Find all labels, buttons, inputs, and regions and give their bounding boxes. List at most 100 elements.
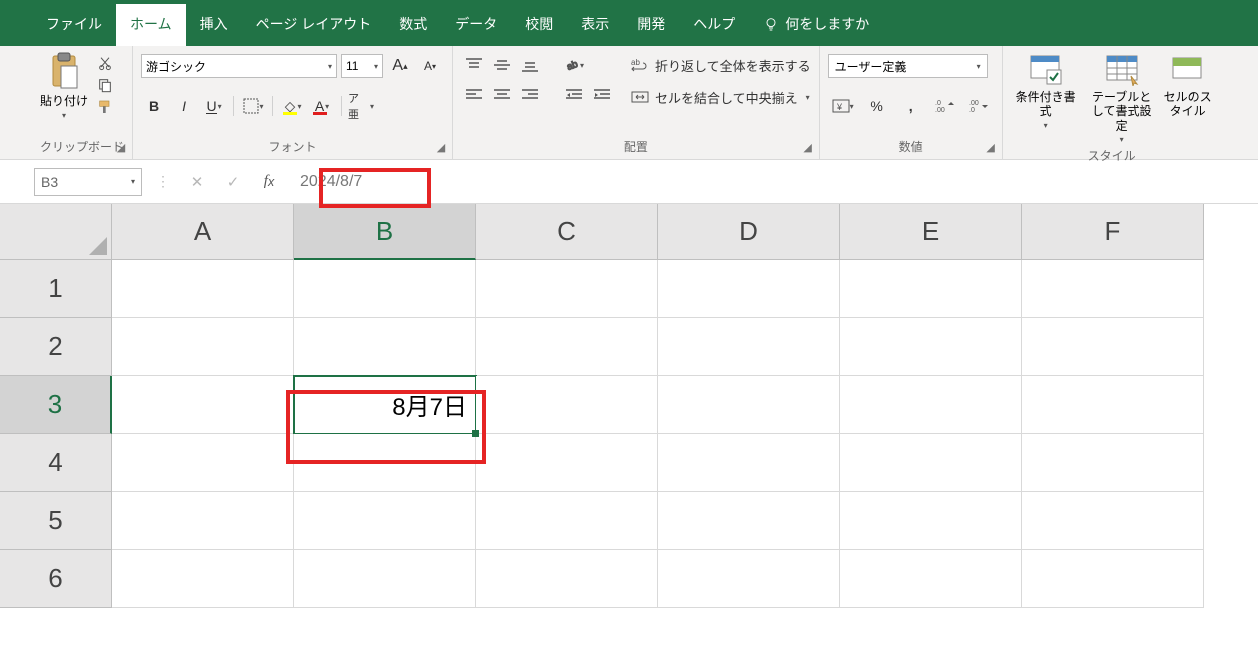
- column-header[interactable]: F: [1022, 204, 1204, 260]
- tab-formulas[interactable]: 数式: [385, 4, 441, 46]
- column-header[interactable]: B: [294, 204, 476, 260]
- decrease-indent-button[interactable]: [561, 84, 587, 106]
- orientation-button[interactable]: ab▾: [561, 54, 587, 76]
- column-header[interactable]: D: [658, 204, 840, 260]
- font-color-button[interactable]: A ▾: [309, 94, 335, 118]
- tab-home[interactable]: ホーム: [116, 4, 186, 46]
- tab-file[interactable]: ファイル: [32, 4, 116, 46]
- cell[interactable]: [840, 550, 1022, 608]
- align-center-button[interactable]: [489, 84, 515, 106]
- cell[interactable]: [476, 318, 658, 376]
- cell[interactable]: [294, 260, 476, 318]
- borders-button[interactable]: ▾: [240, 94, 266, 118]
- tab-help[interactable]: ヘルプ: [679, 4, 749, 46]
- comma-format-button[interactable]: ,: [896, 94, 926, 118]
- cell[interactable]: [476, 550, 658, 608]
- cell[interactable]: [476, 260, 658, 318]
- merge-center-button[interactable]: セルを結合して中央揃え ▾: [631, 84, 811, 110]
- tab-review[interactable]: 校閲: [511, 4, 567, 46]
- tell-me-search[interactable]: 何をしますか: [749, 4, 883, 46]
- increase-indent-button[interactable]: [589, 84, 615, 106]
- cell[interactable]: [658, 550, 840, 608]
- cut-button[interactable]: [94, 54, 116, 72]
- font-size-select[interactable]: 11 ▾: [341, 54, 383, 78]
- cell[interactable]: [658, 376, 840, 434]
- increase-decimal-button[interactable]: .0.00: [930, 94, 960, 118]
- dialog-launcher-number[interactable]: ◢: [984, 141, 998, 155]
- cell[interactable]: [476, 376, 658, 434]
- tab-developer[interactable]: 開発: [623, 4, 679, 46]
- cell[interactable]: [840, 376, 1022, 434]
- cell[interactable]: [1022, 318, 1204, 376]
- cell[interactable]: [840, 492, 1022, 550]
- wrap-text-button[interactable]: ab 折り返して全体を表示する: [631, 52, 811, 78]
- copy-button[interactable]: [94, 76, 116, 94]
- percent-format-button[interactable]: %: [862, 94, 892, 118]
- cell[interactable]: [112, 260, 294, 318]
- dialog-launcher-clipboard[interactable]: ◢: [114, 141, 128, 155]
- cell[interactable]: [112, 318, 294, 376]
- tab-insert[interactable]: 挿入: [186, 4, 242, 46]
- tab-page-layout[interactable]: ページ レイアウト: [242, 4, 386, 46]
- cell[interactable]: [1022, 492, 1204, 550]
- italic-button[interactable]: I: [171, 94, 197, 118]
- tab-data[interactable]: データ: [441, 4, 511, 46]
- tab-view[interactable]: 表示: [567, 4, 623, 46]
- cell[interactable]: [1022, 260, 1204, 318]
- align-bottom-button[interactable]: [517, 54, 543, 76]
- underline-button[interactable]: U▾: [201, 94, 227, 118]
- cell[interactable]: [658, 492, 840, 550]
- dialog-launcher-alignment[interactable]: ◢: [801, 141, 815, 155]
- cell[interactable]: [112, 550, 294, 608]
- enter-button[interactable]: ✓: [220, 170, 246, 194]
- cell[interactable]: [840, 434, 1022, 492]
- row-header[interactable]: 4: [0, 434, 112, 492]
- align-middle-button[interactable]: [489, 54, 515, 76]
- cell[interactable]: [658, 434, 840, 492]
- align-right-button[interactable]: [517, 84, 543, 106]
- cell[interactable]: [1022, 376, 1204, 434]
- format-as-table-button[interactable]: テーブルとして書式設定 ▾: [1087, 54, 1157, 145]
- fill-handle[interactable]: [472, 430, 479, 437]
- cell[interactable]: [294, 550, 476, 608]
- decrease-decimal-button[interactable]: .00.0: [964, 94, 994, 118]
- cell[interactable]: [476, 492, 658, 550]
- dialog-launcher-font[interactable]: ◢: [434, 141, 448, 155]
- select-all-corner[interactable]: [0, 204, 112, 260]
- row-header[interactable]: 2: [0, 318, 112, 376]
- cancel-button[interactable]: ✕: [184, 170, 210, 194]
- conditional-formatting-button[interactable]: 条件付き書式 ▾: [1011, 54, 1081, 130]
- cell[interactable]: [840, 318, 1022, 376]
- shrink-font-button[interactable]: A▾: [417, 54, 443, 78]
- align-left-button[interactable]: [461, 84, 487, 106]
- cell[interactable]: [476, 434, 658, 492]
- cell[interactable]: [112, 376, 294, 434]
- fill-color-button[interactable]: ▾: [279, 94, 305, 118]
- cell[interactable]: [658, 318, 840, 376]
- align-top-button[interactable]: [461, 54, 487, 76]
- column-header[interactable]: A: [112, 204, 294, 260]
- cell[interactable]: [294, 492, 476, 550]
- cell[interactable]: 8月7日: [294, 376, 476, 434]
- accounting-format-button[interactable]: ¥▾: [828, 94, 858, 118]
- cell[interactable]: [112, 434, 294, 492]
- cell[interactable]: [294, 434, 476, 492]
- bold-button[interactable]: B: [141, 94, 167, 118]
- row-header[interactable]: 6: [0, 550, 112, 608]
- format-painter-button[interactable]: [94, 98, 116, 116]
- cell[interactable]: [294, 318, 476, 376]
- phonetic-button[interactable]: ア亜▾: [348, 94, 374, 118]
- row-header[interactable]: 1: [0, 260, 112, 318]
- paste-button[interactable]: 貼り付け ▾: [40, 52, 88, 120]
- column-header[interactable]: C: [476, 204, 658, 260]
- cell[interactable]: [1022, 550, 1204, 608]
- insert-function-button[interactable]: fx: [256, 170, 282, 194]
- row-header[interactable]: 3: [0, 376, 112, 434]
- formula-input[interactable]: 2024/8/7: [292, 168, 370, 196]
- row-header[interactable]: 5: [0, 492, 112, 550]
- cell-styles-button[interactable]: セルのスタイル: [1163, 54, 1213, 119]
- cell[interactable]: [1022, 434, 1204, 492]
- column-header[interactable]: E: [840, 204, 1022, 260]
- cell[interactable]: [840, 260, 1022, 318]
- name-box[interactable]: B3 ▾: [34, 168, 142, 196]
